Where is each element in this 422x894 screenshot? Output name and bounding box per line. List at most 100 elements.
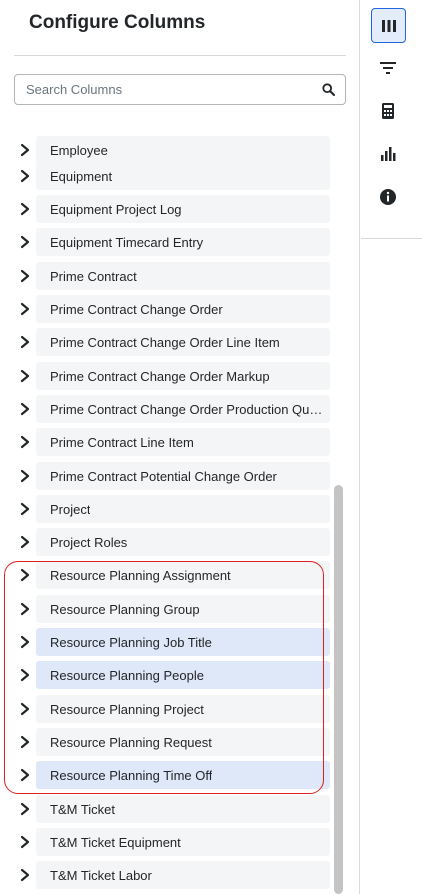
chevron-right-icon[interactable]	[18, 469, 32, 483]
column-group-label: Prime Contract Change Order Production Q…	[50, 402, 326, 417]
column-group-pill[interactable]: Prime Contract Potential Change Order	[36, 462, 330, 490]
chevron-right-icon[interactable]	[18, 702, 32, 716]
chevron-right-icon[interactable]	[18, 302, 32, 316]
column-group-label: T&M Ticket	[50, 802, 116, 817]
calculator-tool-button[interactable]	[371, 94, 406, 129]
column-group-pill[interactable]: Prime Contract Change Order Production Q…	[36, 395, 330, 423]
column-group-row[interactable]: T&M Ticket Labor	[0, 861, 332, 889]
filter-tool-button[interactable]	[371, 51, 406, 86]
column-group-pill[interactable]: Prime Contract	[36, 262, 330, 290]
chevron-right-icon[interactable]	[18, 202, 32, 216]
chevron-right-icon[interactable]	[18, 269, 32, 283]
chevron-right-icon[interactable]	[18, 735, 32, 749]
column-group-row[interactable]: Prime Contract Change Order Production Q…	[0, 395, 332, 423]
column-group-row[interactable]: T&M Ticket	[0, 795, 332, 823]
chevron-right-icon[interactable]	[18, 435, 32, 449]
chevron-right-icon[interactable]	[18, 635, 32, 649]
search-input[interactable]	[15, 75, 315, 104]
column-group-pill[interactable]: Equipment Project Log	[36, 195, 330, 223]
column-group-row[interactable]: Prime Contract Change Order Line Item	[0, 328, 332, 356]
column-group-row[interactable]: T&M Ticket Equipment	[0, 828, 332, 856]
chevron-right-icon[interactable]	[18, 169, 32, 183]
column-group-pill[interactable]: Resource Planning Request	[36, 728, 330, 756]
columns-tool-button[interactable]	[371, 8, 406, 43]
column-group-row[interactable]: Employee	[0, 136, 332, 164]
chevron-right-icon[interactable]	[18, 369, 32, 383]
column-group-pill[interactable]: Prime Contract Change Order Line Item	[36, 328, 330, 356]
column-group-pill[interactable]: Prime Contract Change Order	[36, 295, 330, 323]
column-group-label: Project Roles	[50, 535, 128, 550]
column-group-pill[interactable]: Prime Contract Line Item	[36, 428, 330, 456]
column-group-row[interactable]: Project	[0, 495, 332, 523]
column-group-label: Resource Planning Job Title	[50, 635, 212, 650]
search-icon[interactable]	[322, 83, 335, 96]
bar-chart-icon	[381, 147, 396, 161]
column-group-pill[interactable]: Project	[36, 495, 330, 523]
chevron-right-icon[interactable]	[18, 143, 32, 157]
panel-title: Configure Columns	[29, 12, 206, 33]
column-group-label: Project	[50, 502, 91, 517]
column-group-row[interactable]: Equipment Timecard Entry	[0, 228, 332, 256]
column-group-row[interactable]: Equipment	[0, 162, 332, 190]
column-group-label: Employee	[50, 143, 108, 158]
column-group-row[interactable]: Resource Planning Group	[0, 595, 332, 623]
column-group-label: Resource Planning Assignment	[50, 568, 231, 583]
chevron-right-icon[interactable]	[18, 235, 32, 249]
chevron-right-icon[interactable]	[18, 335, 32, 349]
column-group-label: T&M Ticket Labor	[50, 868, 152, 883]
chevron-right-icon[interactable]	[18, 668, 32, 682]
column-group-row[interactable]: Project Roles	[0, 528, 332, 556]
column-group-pill[interactable]: Resource Planning Time Off	[36, 761, 330, 789]
chevron-right-icon[interactable]	[18, 602, 32, 616]
chart-tool-button[interactable]	[371, 137, 406, 172]
chevron-right-icon[interactable]	[18, 868, 32, 882]
chevron-right-icon[interactable]	[18, 768, 32, 782]
column-group-row[interactable]: Resource Planning People	[0, 661, 332, 689]
search-field[interactable]	[14, 74, 346, 105]
chevron-right-icon[interactable]	[18, 802, 32, 816]
rail-divider	[361, 238, 422, 239]
column-group-label: Prime Contract Change Order Markup	[50, 369, 270, 384]
column-group-row[interactable]: Resource Planning Assignment	[0, 561, 332, 589]
scrollbar-thumb[interactable]	[334, 485, 343, 894]
column-group-pill[interactable]: Project Roles	[36, 528, 330, 556]
column-group-row[interactable]: Equipment Project Log	[0, 195, 332, 223]
column-group-pill[interactable]: Employee	[36, 136, 330, 164]
column-group-pill[interactable]: Prime Contract Change Order Markup	[36, 362, 330, 390]
column-group-pill[interactable]: T&M Ticket Equipment	[36, 828, 330, 856]
column-group-pill[interactable]: Resource Planning Group	[36, 595, 330, 623]
chevron-right-icon[interactable]	[18, 502, 32, 516]
chevron-right-icon[interactable]	[18, 402, 32, 416]
column-group-pill[interactable]: T&M Ticket	[36, 795, 330, 823]
configure-columns-panel: Configure Columns Employee Equipment Equip…	[0, 0, 360, 894]
column-group-label: Resource Planning Group	[50, 602, 200, 617]
column-group-row[interactable]: Prime Contract Line Item	[0, 428, 332, 456]
column-group-pill[interactable]: Equipment	[36, 162, 330, 190]
column-group-row[interactable]: Prime Contract Change Order Markup	[0, 362, 332, 390]
column-group-row[interactable]: Prime Contract	[0, 262, 332, 290]
column-group-label: Prime Contract	[50, 269, 137, 284]
column-group-pill[interactable]: T&M Ticket Labor	[36, 861, 330, 889]
column-group-label: Resource Planning Request	[50, 735, 212, 750]
column-group-label: Prime Contract Change Order	[50, 302, 223, 317]
column-group-label: Equipment Timecard Entry	[50, 235, 204, 250]
info-icon	[380, 189, 396, 205]
chevron-right-icon[interactable]	[18, 535, 32, 549]
column-group-row[interactable]: Resource Planning Request	[0, 728, 332, 756]
column-group-row[interactable]: Resource Planning Job Title	[0, 628, 332, 656]
column-group-row[interactable]: Prime Contract Potential Change Order	[0, 462, 332, 490]
column-group-pill[interactable]: Equipment Timecard Entry	[36, 228, 330, 256]
info-tool-button[interactable]	[371, 180, 406, 215]
column-group-label: Prime Contract Change Order Line Item	[50, 335, 280, 350]
column-group-label: Equipment Project Log	[50, 202, 182, 217]
column-group-row[interactable]: Resource Planning Time Off	[0, 761, 332, 789]
chevron-right-icon[interactable]	[18, 835, 32, 849]
column-group-pill[interactable]: Resource Planning Project	[36, 695, 330, 723]
filter-icon	[380, 62, 396, 74]
column-group-pill[interactable]: Resource Planning People	[36, 661, 330, 689]
column-group-row[interactable]: Prime Contract Change Order	[0, 295, 332, 323]
column-group-row[interactable]: Resource Planning Project	[0, 695, 332, 723]
column-group-pill[interactable]: Resource Planning Job Title	[36, 628, 330, 656]
chevron-right-icon[interactable]	[18, 568, 32, 582]
column-group-pill[interactable]: Resource Planning Assignment	[36, 561, 330, 589]
